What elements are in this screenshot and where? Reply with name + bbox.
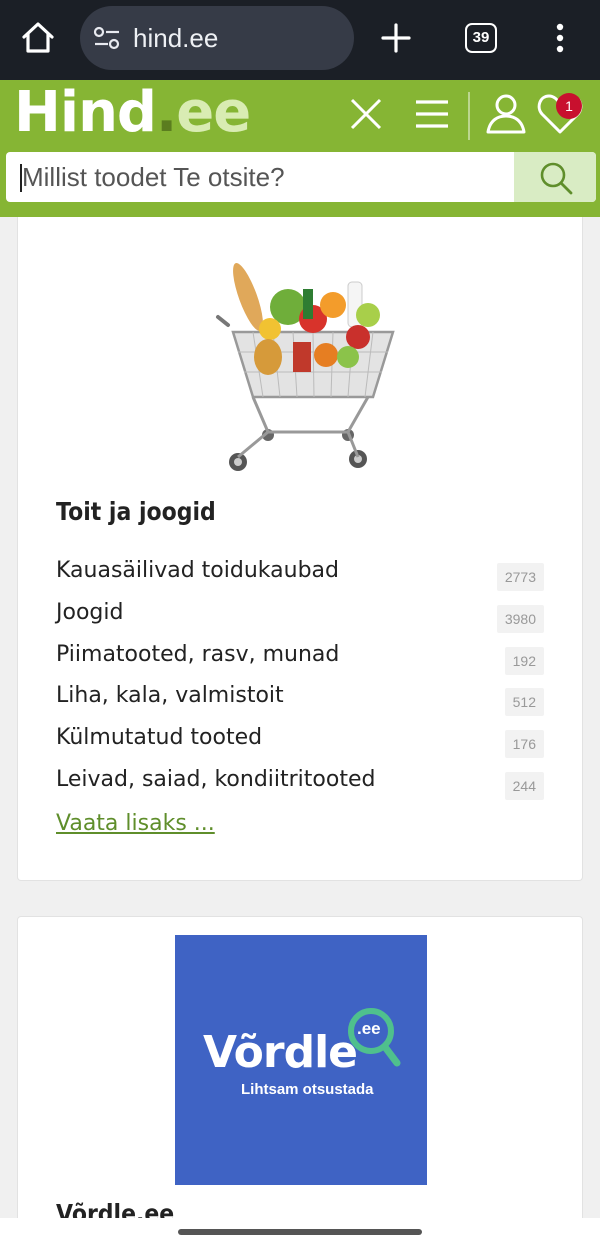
subcategory-label[interactable]: Joogid bbox=[56, 600, 123, 625]
category-title[interactable]: Toit ja joogid bbox=[56, 497, 216, 526]
gesture-handle[interactable] bbox=[178, 1229, 422, 1235]
vordle-banner[interactable]: Võrdle .ee Lihtsam otsustada bbox=[175, 935, 427, 1185]
subcategory-count: 244 bbox=[504, 771, 544, 800]
see-more-link[interactable]: Vaata lisaks ... bbox=[56, 811, 215, 836]
address-bar[interactable]: hind.ee bbox=[80, 6, 354, 70]
subcategory-label[interactable]: Piimatooted, rasv, munad bbox=[56, 642, 339, 667]
text-cursor bbox=[20, 164, 22, 192]
close-icon[interactable] bbox=[340, 88, 392, 140]
plus-icon[interactable] bbox=[376, 18, 416, 58]
search-icon bbox=[540, 162, 573, 195]
header-divider bbox=[468, 92, 470, 140]
site-settings-icon[interactable] bbox=[93, 26, 121, 50]
category-card: Toit ja joogid Kauasäilivad toidukaubad … bbox=[17, 217, 583, 881]
subcategory-count: 512 bbox=[504, 688, 544, 717]
vordle-card: Võrdle .ee Lihtsam otsustada Võrdle.ee bbox=[17, 916, 583, 1236]
shopping-cart-image[interactable] bbox=[208, 257, 408, 477]
more-icon[interactable] bbox=[548, 18, 572, 58]
tab-switcher-icon[interactable]: 39 bbox=[465, 23, 497, 53]
magnifier-icon bbox=[348, 1008, 401, 1067]
subcategory-label[interactable]: Liha, kala, valmistoit bbox=[56, 683, 284, 708]
subcategory-item[interactable]: Joogid 3980 bbox=[56, 595, 556, 637]
notification-badge[interactable]: 1 bbox=[556, 93, 582, 119]
subcategory-count: 3980 bbox=[496, 604, 544, 633]
site-logo[interactable]: Hind.ee bbox=[14, 80, 251, 146]
subcategory-item[interactable]: Kauasäilivad toidukaubad 2773 bbox=[56, 553, 556, 595]
subcategory-count: 176 bbox=[504, 730, 544, 759]
subcategory-list: Kauasäilivad toidukaubad 2773 Joogid 398… bbox=[56, 553, 556, 804]
home-icon[interactable] bbox=[18, 18, 58, 58]
vordle-logo-word: Võrdle bbox=[203, 1027, 358, 1078]
subcategory-label[interactable]: Külmutatud tooted bbox=[56, 725, 262, 750]
subcategory-count: 2773 bbox=[496, 563, 544, 591]
subcategory-count: 192 bbox=[504, 646, 544, 675]
subcategory-item[interactable]: Piimatooted, rasv, munad 192 bbox=[56, 637, 556, 679]
subcategory-item[interactable]: Külmutatud tooted 176 bbox=[56, 720, 556, 762]
subcategory-label[interactable]: Kauasäilivad toidukaubad bbox=[56, 558, 339, 583]
subcategory-label[interactable]: Leivad, saiad, kondiitritooted bbox=[56, 767, 375, 792]
search-bar bbox=[6, 152, 596, 202]
logo-text-dot: . bbox=[156, 80, 177, 145]
menu-icon[interactable] bbox=[406, 88, 458, 140]
vordle-logo-ee: .ee bbox=[357, 1019, 381, 1038]
user-icon[interactable] bbox=[480, 88, 532, 140]
system-nav-bar bbox=[0, 1218, 600, 1248]
browser-toolbar: hind.ee 39 bbox=[0, 0, 600, 80]
logo-text-main: Hind bbox=[14, 80, 157, 145]
subcategory-item[interactable]: Leivad, saiad, kondiitritooted 244 bbox=[56, 762, 556, 804]
subcategory-item[interactable]: Liha, kala, valmistoit 512 bbox=[56, 678, 556, 720]
url-text[interactable]: hind.ee bbox=[133, 23, 218, 54]
vordle-tagline: Lihtsam otsustada bbox=[241, 1081, 374, 1098]
search-input[interactable] bbox=[6, 152, 514, 202]
search-button[interactable] bbox=[514, 152, 596, 202]
logo-text-ee: ee bbox=[176, 80, 251, 145]
